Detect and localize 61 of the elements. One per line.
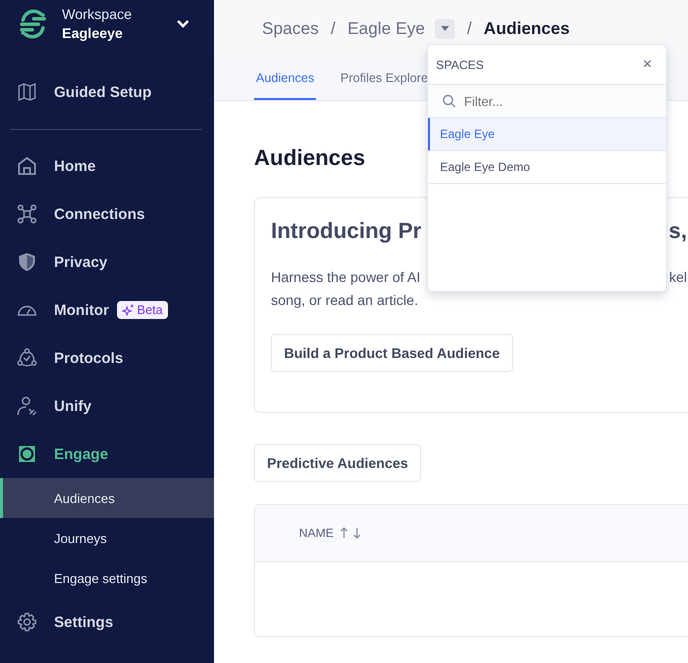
- settings-icon: [17, 612, 37, 632]
- sidebar-subitem[interactable]: Engage settings: [0, 558, 214, 598]
- workspace-label: Workspace: [62, 5, 133, 24]
- card-title: s,: [668, 217, 687, 245]
- card-title: Introducing Pr: [271, 217, 422, 245]
- workspace-name: Eagleeye: [62, 24, 124, 43]
- card-text: song, or read an article.: [271, 291, 420, 310]
- sidebar-label: Connections: [54, 206, 145, 222]
- filter-field[interactable]: Filter...: [428, 85, 666, 118]
- guided-setup-link[interactable]: Guided Setup: [0, 68, 214, 116]
- map-icon: [17, 82, 37, 102]
- home-icon: [17, 156, 37, 176]
- card-text: kel: [669, 268, 687, 287]
- sparkle-icon: [122, 304, 134, 316]
- filter-input[interactable]: Filter...: [462, 92, 626, 110]
- column-header[interactable]: NAME: [299, 526, 334, 540]
- engage-icon: [17, 444, 37, 464]
- sidebar-item[interactable]: Engage: [0, 430, 214, 478]
- sidebar-label: Settings: [54, 614, 114, 630]
- caret-icon: [440, 26, 449, 31]
- sidebar-item[interactable]: Connections: [0, 190, 214, 238]
- shield-icon: [17, 252, 37, 272]
- breadcrumb[interactable]: Spaces: [262, 18, 319, 38]
- chevron-down-icon[interactable]: [176, 19, 190, 29]
- sidebar-item[interactable]: Protocols: [0, 334, 214, 382]
- sidebar-subitem[interactable]: Journeys: [0, 518, 214, 558]
- sidebar-label: Privacy: [54, 254, 108, 270]
- sidebar-item[interactable]: Monitor Beta: [0, 286, 214, 334]
- sidebar-subitem[interactable]: Audiences: [0, 478, 214, 518]
- sidebar-label: Protocols: [54, 350, 124, 366]
- sidebar-label: Unify: [54, 398, 92, 414]
- page-title: Audiences: [254, 145, 366, 171]
- sidebar-item[interactable]: Unify: [0, 382, 214, 430]
- beta-badge: Beta: [116, 301, 168, 319]
- tab[interactable]: Audiences: [254, 57, 316, 100]
- space-dropdown-button[interactable]: [434, 18, 455, 38]
- sidebar-item[interactable]: Privacy: [0, 238, 214, 286]
- close-button[interactable]: ×: [636, 56, 658, 74]
- sidebar-label: Engage: [54, 446, 108, 462]
- dropdown-item[interactable]: Eagle Eye Demo: [428, 151, 666, 184]
- sort-arrows-icon[interactable]: [340, 527, 362, 539]
- dropdown-item[interactable]: Eagle Eye: [428, 118, 666, 151]
- sidebar-label: Monitor: [54, 302, 109, 318]
- sidebar-item[interactable]: Settings: [0, 598, 214, 646]
- breadcrumb[interactable]: Eagle Eye: [347, 18, 425, 38]
- predictive-audiences-button[interactable]: Predictive Audiences: [254, 444, 422, 482]
- breadcrumb-separator: /: [330, 18, 336, 38]
- search-icon: [442, 94, 456, 108]
- gauge-icon: [17, 303, 37, 317]
- build-audience-button[interactable]: Build a Product Based Audience: [271, 334, 513, 372]
- user-icon: [17, 396, 37, 416]
- card-text: Harness the power of AI: [271, 268, 420, 287]
- protocols-icon: [17, 348, 37, 368]
- dropdown-title: SPACES: [436, 58, 484, 72]
- breadcrumb: Audiences: [484, 18, 570, 38]
- logo-icon: [17, 8, 49, 40]
- sidebar-item[interactable]: Home: [0, 142, 214, 190]
- breadcrumb-separator: /: [466, 18, 472, 38]
- tab[interactable]: Profiles Explore: [338, 57, 430, 100]
- sidebar-label: Home: [54, 158, 96, 174]
- connections-icon: [17, 204, 37, 224]
